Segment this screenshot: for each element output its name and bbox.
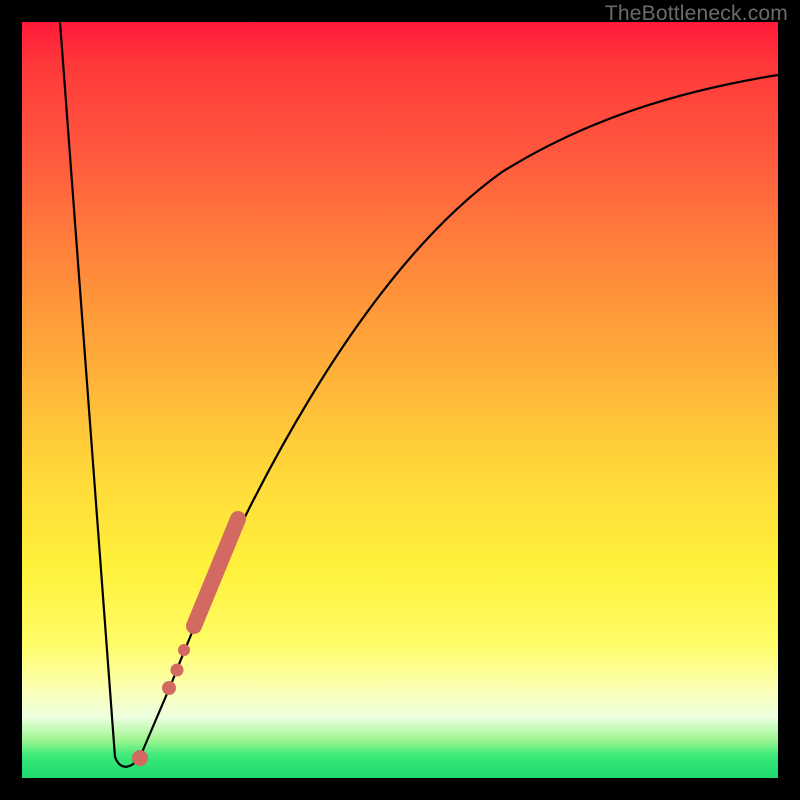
chart-svg bbox=[22, 22, 778, 778]
annotation-dots-segment bbox=[194, 519, 238, 626]
chart-plot-area bbox=[22, 22, 778, 778]
annotation-dot bbox=[171, 664, 184, 677]
chart-frame: TheBottleneck.com bbox=[0, 0, 800, 800]
annotation-dot bbox=[178, 644, 190, 656]
annotation-dot bbox=[162, 681, 176, 695]
annotation-dot bbox=[132, 750, 148, 766]
bottleneck-curve bbox=[60, 22, 778, 767]
